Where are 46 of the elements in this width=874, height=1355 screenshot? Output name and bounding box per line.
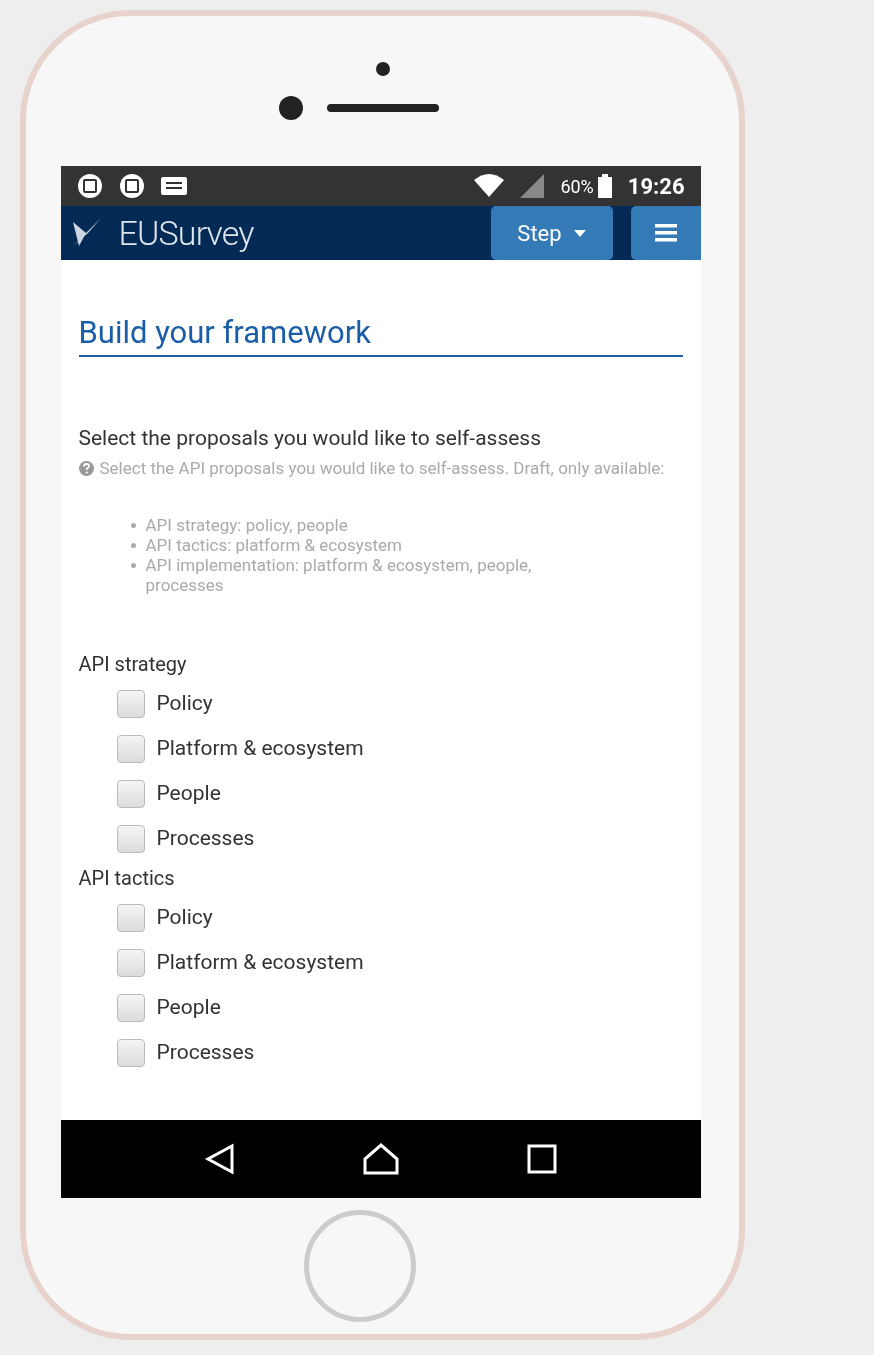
checkbox[interactable] [116,993,145,1022]
notification-icon [118,173,145,199]
help-list-item: API implementation: platform & ecosystem, people, processes [145,555,533,595]
back-icon[interactable] [204,1143,237,1175]
option-label: Platform & ecosystem [156,734,364,762]
group-label: API strategy [78,651,188,678]
help-list-item: API strategy: policy, people [145,515,349,535]
notification-icon [76,173,103,199]
help-icon [78,461,94,476]
option-label: Processes [156,824,255,852]
checkbox[interactable] [116,689,145,718]
menu-button[interactable] [630,206,701,260]
option-label: Policy [156,903,213,931]
option-label: People [156,779,221,807]
notification-icon [160,176,187,196]
home-icon[interactable] [363,1143,400,1175]
page-title: Build your framework [78,314,683,357]
bullet-icon [130,563,136,568]
camera-icon [278,96,303,120]
bullet-icon [130,543,136,548]
option-label: Processes [156,1038,255,1066]
bullet-icon [130,523,136,528]
signal-icon [520,174,545,198]
wifi-icon [474,174,505,198]
help-list-item: API tactics: platform & ecosystem [145,535,404,555]
help-text: Select the API proposals you would like to self-assess. Draft, only available: [99,458,665,478]
camera-icon [375,62,390,76]
checkbox[interactable] [116,903,145,932]
group-label: API tactics [78,865,176,892]
checkbox[interactable] [116,779,145,808]
checkbox[interactable] [116,734,145,763]
option-label: Policy [156,689,213,717]
option-label: Platform & ecosystem [156,948,364,976]
caret-icon [573,229,586,237]
battery-icon [597,174,612,198]
question-text: Select the proposals you would like to self-assess [78,424,543,451]
checkbox[interactable] [116,948,145,977]
logo-text: EUSurvey [118,216,254,250]
battery-percent: 60% [560,174,594,199]
checkbox[interactable] [116,824,145,853]
square-icon[interactable] [526,1144,557,1174]
menu-icon [654,223,677,243]
option-label: People [156,993,221,1021]
step-dropdown-button[interactable]: Step [490,206,613,260]
checkbox[interactable] [116,1038,145,1067]
clock-time: 19:26 [627,172,685,201]
